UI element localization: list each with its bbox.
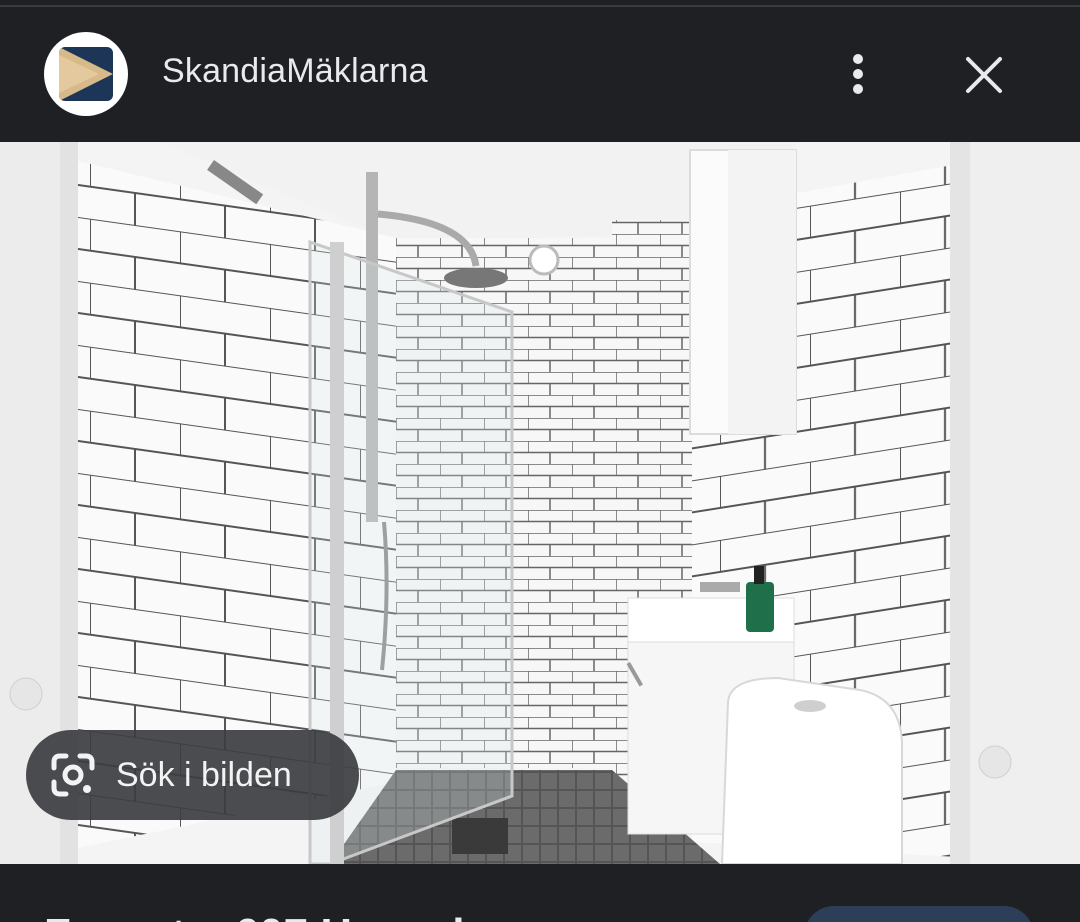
result-image[interactable]: Sök i bilden: [0, 142, 1080, 864]
next-result-title[interactable]: Fr... ...t... 607 H... ...d ...: [44, 910, 513, 922]
more-options-button[interactable]: [834, 48, 882, 100]
more-vert-icon: [853, 54, 863, 94]
google-lens-icon: [51, 753, 95, 797]
visit-button[interactable]: [804, 906, 1034, 922]
status-divider: [0, 0, 1080, 7]
search-in-image-label: Sök i bilden: [116, 756, 292, 794]
skandiamaklarna-logo-icon: [59, 47, 113, 101]
result-header: SkandiaMäklarna: [0, 8, 1080, 142]
close-icon: [966, 57, 1002, 93]
site-avatar[interactable]: [44, 32, 128, 116]
close-button[interactable]: [956, 50, 1012, 100]
search-in-image-button[interactable]: Sök i bilden: [26, 730, 359, 820]
next-result-preview: Fr... ...t... 607 H... ...d ...: [0, 864, 1080, 922]
site-name[interactable]: SkandiaMäklarna: [162, 52, 428, 91]
